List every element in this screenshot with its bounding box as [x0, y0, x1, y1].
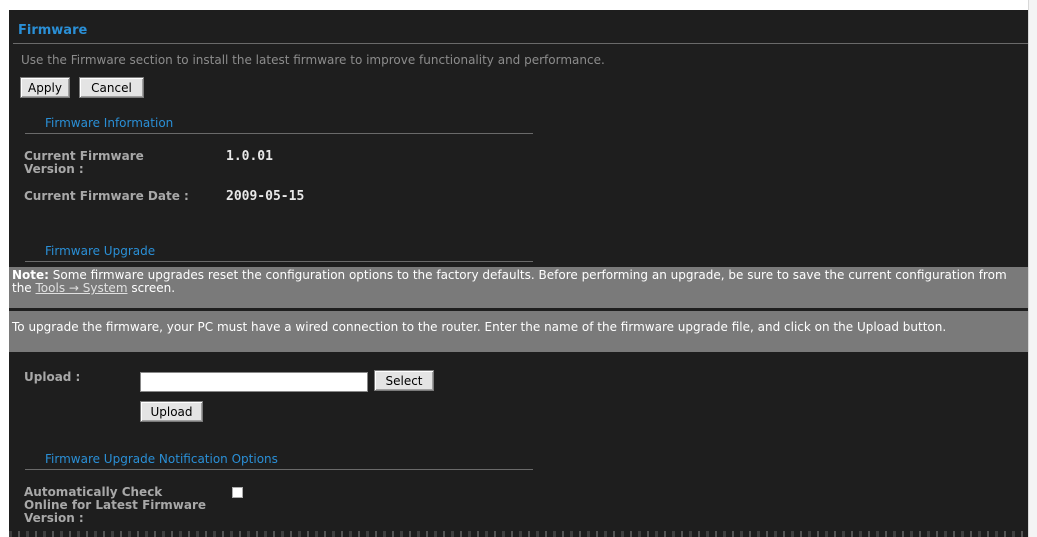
upgrade-note: Note: Some firmware upgrades reset the c… [9, 267, 1028, 308]
auto-check-checkbox[interactable] [232, 487, 243, 498]
upload-file-input[interactable] [140, 372, 368, 392]
apply-button[interactable]: Apply [20, 77, 70, 98]
current-firmware-version-label: Current Firmware Version : [24, 150, 144, 176]
notification-options-divider [25, 469, 533, 470]
torn-edge-decoration [9, 531, 1028, 537]
firmware-information-heading: Firmware Information [45, 116, 174, 130]
firmware-panel: Firmware Use the Firmware section to ins… [9, 10, 1028, 537]
cancel-button[interactable]: Cancel [79, 77, 144, 98]
upgrade-instructions: To upgrade the firmware, your PC must ha… [9, 311, 1028, 352]
firmware-information-divider [25, 133, 533, 134]
page-description: Use the Firmware section to install the … [21, 53, 605, 67]
notification-options-heading: Firmware Upgrade Notification Options [45, 452, 278, 466]
upload-button[interactable]: Upload [140, 401, 203, 422]
page-title: Firmware [18, 23, 88, 38]
page-edge [1028, 0, 1037, 537]
current-firmware-date-label: Current Firmware Date : [24, 189, 189, 203]
current-firmware-version-label-line2: Version : [24, 162, 84, 176]
current-firmware-version-value: 1.0.01 [226, 149, 273, 164]
tools-system-link[interactable]: Tools → System [36, 281, 128, 295]
note-suffix: screen. [127, 281, 176, 295]
firmware-upgrade-heading: Firmware Upgrade [45, 244, 156, 258]
auto-check-label-line3: Version : [24, 511, 84, 525]
note-prefix: Note: [12, 268, 49, 282]
select-button[interactable]: Select [374, 370, 434, 391]
title-divider [13, 43, 1028, 44]
auto-check-label: Automatically Check Online for Latest Fi… [24, 486, 206, 525]
current-firmware-date-value: 2009-05-15 [226, 189, 305, 204]
upload-label: Upload : [24, 370, 81, 384]
firmware-upgrade-divider [25, 261, 533, 262]
